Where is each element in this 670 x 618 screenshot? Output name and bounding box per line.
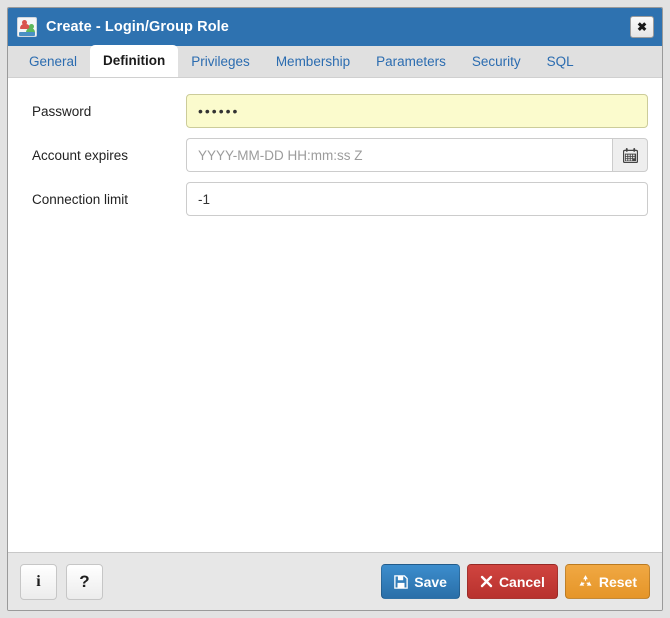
login-group-role-icon bbox=[17, 17, 37, 37]
dialog-window: Create - Login/Group Role ✖ General Defi… bbox=[7, 7, 663, 611]
password-label: Password bbox=[32, 103, 92, 119]
floppy-disk-icon bbox=[394, 574, 409, 589]
account-expires-field-wrap bbox=[186, 138, 648, 172]
form-row-password: Password bbox=[22, 94, 648, 128]
window-title: Create - Login/Group Role bbox=[46, 19, 229, 35]
tab-privileges[interactable]: Privileges bbox=[178, 46, 263, 77]
title-bar: Create - Login/Group Role ✖ bbox=[8, 8, 662, 46]
cancel-button[interactable]: Cancel bbox=[466, 564, 558, 599]
save-button[interactable]: Save bbox=[381, 564, 460, 599]
tab-security[interactable]: Security bbox=[459, 46, 534, 77]
close-x-icon bbox=[480, 575, 493, 588]
save-button-label: Save bbox=[414, 573, 447, 590]
reset-button[interactable]: Reset bbox=[564, 564, 650, 599]
tab-parameters[interactable]: Parameters bbox=[363, 46, 459, 77]
reset-button-label: Reset bbox=[598, 573, 637, 590]
form-row-connection-limit: Connection limit bbox=[22, 182, 648, 216]
connection-limit-label: Connection limit bbox=[32, 191, 129, 207]
password-field-wrap bbox=[186, 94, 648, 128]
question-mark-icon: ? bbox=[79, 571, 90, 591]
tab-sql[interactable]: SQL bbox=[534, 46, 587, 77]
definition-panel: Password Account expires bbox=[8, 78, 662, 552]
connection-limit-input[interactable] bbox=[186, 182, 648, 216]
help-button[interactable]: ? bbox=[66, 563, 103, 600]
account-expires-label: Account expires bbox=[32, 147, 129, 163]
dialog-footer: i ? Save Cancel Reset bbox=[8, 552, 662, 610]
info-button[interactable]: i bbox=[20, 563, 57, 600]
account-expires-input-group bbox=[186, 138, 648, 172]
info-icon: i bbox=[36, 572, 41, 590]
close-button[interactable]: ✖ bbox=[630, 16, 654, 38]
tab-membership[interactable]: Membership bbox=[263, 46, 363, 77]
calendar-button[interactable] bbox=[612, 138, 648, 172]
footer-left-group: i ? bbox=[20, 563, 103, 600]
cancel-button-label: Cancel bbox=[498, 573, 545, 590]
password-input[interactable] bbox=[186, 94, 648, 128]
window-frame: Create - Login/Group Role ✖ General Defi… bbox=[0, 0, 670, 618]
tab-general[interactable]: General bbox=[16, 46, 90, 77]
form-row-account-expires: Account expires bbox=[22, 138, 648, 172]
calendar-icon bbox=[622, 147, 638, 163]
close-icon: ✖ bbox=[636, 20, 648, 34]
account-expires-input[interactable] bbox=[186, 138, 612, 172]
connection-limit-field-wrap bbox=[186, 182, 648, 216]
footer-right-group: Save Cancel Reset bbox=[381, 564, 650, 599]
tab-definition[interactable]: Definition bbox=[90, 45, 179, 77]
tab-bar: General Definition Privileges Membership… bbox=[8, 45, 662, 78]
recycle-icon bbox=[579, 575, 592, 586]
